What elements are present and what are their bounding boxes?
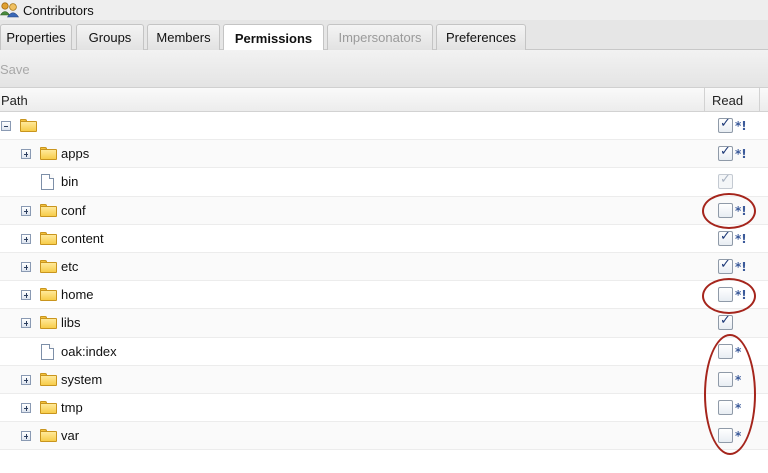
inherit-marker: *! xyxy=(735,119,747,133)
file-icon xyxy=(41,174,54,191)
tree-row-label: etc xyxy=(61,258,79,274)
tree-row-tmp[interactable]: tmp * xyxy=(0,393,768,423)
tab-members[interactable]: Members xyxy=(147,24,220,50)
tab-properties[interactable]: Properties xyxy=(0,24,72,50)
expand-icon[interactable] xyxy=(21,374,31,385)
tree-row-oak-index[interactable]: oak:index * xyxy=(0,337,768,366)
expand-icon[interactable] xyxy=(21,149,31,160)
tree-row-label: oak:index xyxy=(61,343,117,359)
folder-icon xyxy=(40,147,57,161)
inherit-marker: * xyxy=(735,429,742,444)
read-checkbox[interactable] xyxy=(718,144,733,162)
tree-row-label: conf xyxy=(61,202,86,218)
tree-row-var[interactable]: var * xyxy=(0,422,768,451)
read-checkbox[interactable] xyxy=(718,371,733,387)
tree-row-system[interactable]: system * xyxy=(0,365,768,394)
column-header-row: Path Read xyxy=(0,88,768,112)
tab-groups[interactable]: Groups xyxy=(76,24,144,50)
permissions-tree: *! apps *! bin conf *! content *! etc *! xyxy=(0,112,768,451)
folder-icon xyxy=(40,316,57,330)
tree-row-bin[interactable]: bin xyxy=(0,168,768,197)
read-checkbox[interactable] xyxy=(718,229,733,246)
tab-permissions[interactable]: Permissions xyxy=(223,24,324,51)
title-bar: Contributors xyxy=(0,0,768,20)
save-button[interactable]: Save xyxy=(0,62,30,77)
folder-icon xyxy=(40,288,57,302)
column-header-read[interactable]: Read xyxy=(704,88,760,112)
tree-row-content[interactable]: content *! xyxy=(0,224,768,253)
folder-icon xyxy=(40,231,57,245)
folder-icon xyxy=(40,372,57,386)
tree-row-label: var xyxy=(61,428,80,444)
column-header-path[interactable]: Path xyxy=(1,93,28,108)
read-checkbox xyxy=(718,172,733,190)
file-icon xyxy=(41,343,54,360)
tree-row-apps[interactable]: apps *! xyxy=(0,140,768,169)
expand-icon[interactable] xyxy=(21,402,31,413)
folder-icon xyxy=(40,259,57,273)
users-group-icon xyxy=(0,1,20,19)
expand-icon[interactable] xyxy=(21,318,31,329)
tree-row-label: content xyxy=(61,230,104,246)
read-checkbox[interactable] xyxy=(718,202,733,218)
tab-preferences[interactable]: Preferences xyxy=(436,24,526,50)
read-checkbox[interactable] xyxy=(718,343,733,359)
folder-icon xyxy=(40,429,57,443)
expand-icon[interactable] xyxy=(21,205,31,216)
inherit-marker: * xyxy=(735,372,742,387)
inherit-marker: *! xyxy=(735,259,747,274)
tree-row-libs[interactable]: libs xyxy=(0,309,768,338)
read-checkbox[interactable] xyxy=(718,428,733,444)
tree-row-label: tmp xyxy=(61,399,83,415)
tree-row-etc[interactable]: etc *! xyxy=(0,252,768,282)
tab-impersonators[interactable]: Impersonators xyxy=(327,24,433,50)
folder-icon xyxy=(40,400,57,414)
expand-icon[interactable] xyxy=(21,431,31,442)
tab-bar: Properties Groups Members Permissions Im… xyxy=(0,20,768,51)
expand-icon[interactable] xyxy=(21,233,31,244)
tree-row-label: libs xyxy=(61,315,81,331)
tree-row-label: home xyxy=(61,287,94,303)
tree-row-label: apps xyxy=(61,146,90,162)
inherit-marker: *! xyxy=(735,203,747,218)
folder-icon xyxy=(20,119,37,132)
collapse-icon[interactable] xyxy=(1,121,11,131)
inherit-marker: * xyxy=(735,400,742,415)
read-checkbox[interactable] xyxy=(718,287,733,303)
folder-icon xyxy=(40,203,57,217)
expand-icon[interactable] xyxy=(21,261,31,272)
read-checkbox[interactable] xyxy=(718,257,733,274)
inherit-marker: * xyxy=(735,344,742,359)
tree-row-conf[interactable]: conf *! xyxy=(0,196,768,225)
read-checkbox[interactable] xyxy=(718,313,733,331)
tree-row-label: system xyxy=(61,371,103,387)
inherit-marker: *! xyxy=(735,288,747,303)
read-checkbox[interactable] xyxy=(718,399,733,415)
toolbar: Save xyxy=(0,50,768,88)
inherit-marker: *! xyxy=(735,231,747,246)
tree-row-label: bin xyxy=(61,174,79,190)
window-title: Contributors xyxy=(23,2,94,18)
inherit-marker: *! xyxy=(735,147,747,162)
expand-icon[interactable] xyxy=(21,290,31,301)
tree-row-home[interactable]: home *! xyxy=(0,281,768,310)
read-checkbox[interactable] xyxy=(718,116,733,133)
tree-row-root[interactable]: *! xyxy=(0,112,768,141)
